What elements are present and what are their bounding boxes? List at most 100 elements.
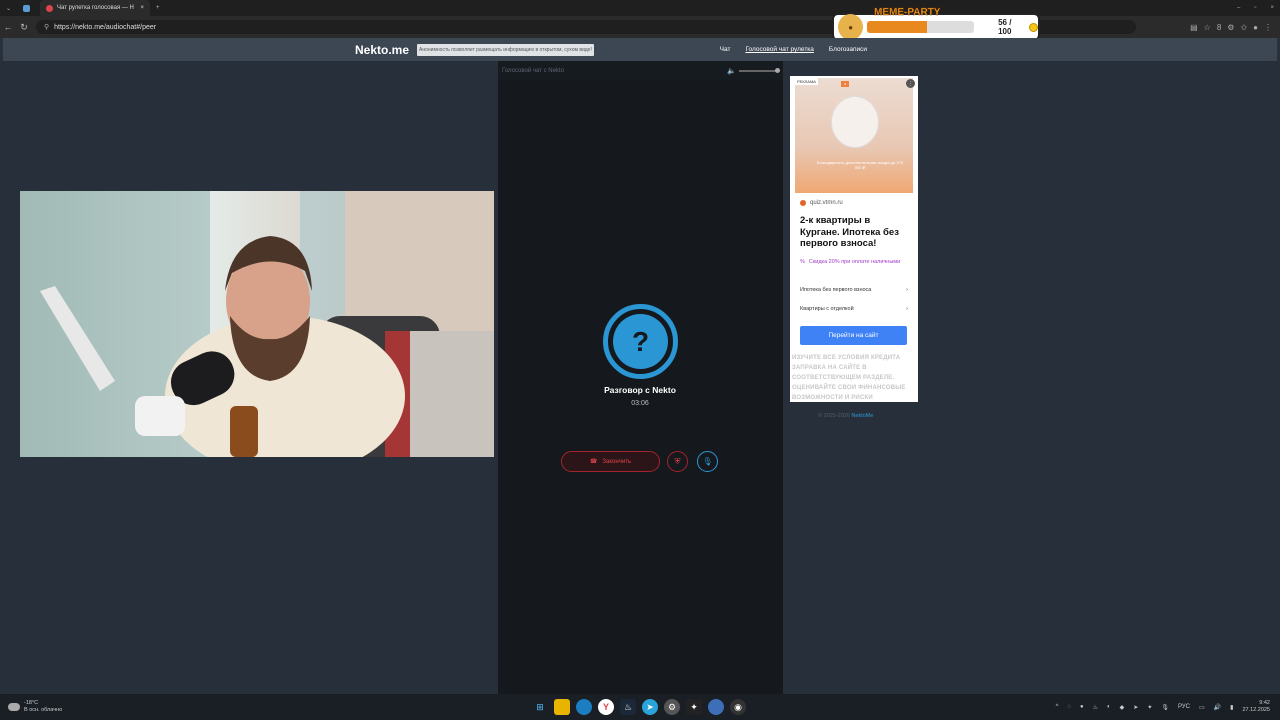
webcam-video bbox=[20, 191, 494, 457]
extensions-icon[interactable]: ⚙ bbox=[1227, 23, 1234, 32]
site-info-icon[interactable]: ⚲ bbox=[44, 23, 49, 31]
tray-app-icon[interactable]: ◌ bbox=[1067, 704, 1071, 710]
meme-party-widget: ● MEME-PARTY 56 / 100 bbox=[832, 7, 1040, 41]
advertisement[interactable]: РЕКЛАМА ● Благодарность дополнительная с… bbox=[790, 76, 918, 402]
taskbar-apps: ⊞ Y ♨ ➤ ⚙ ✦ ◉ bbox=[532, 694, 746, 720]
steam-icon[interactable]: ♨ bbox=[620, 699, 636, 715]
weather-widget[interactable]: -18°C В осн. облачно bbox=[8, 700, 62, 714]
pinned-tab-icon bbox=[23, 4, 31, 12]
site-nav: Чат Голосовой чат рулетка Блогозаписи bbox=[720, 46, 867, 53]
tray-app-icon[interactable]: ◐ bbox=[1107, 704, 1111, 710]
tray-app-icon[interactable]: ✦ bbox=[1147, 704, 1152, 711]
ad-promo-text: Скидка 20% при оплате наличными bbox=[808, 259, 901, 265]
app-icon[interactable]: ✦ bbox=[686, 699, 702, 715]
tab-pinned[interactable] bbox=[17, 0, 40, 16]
menu-icon[interactable]: ⋮ bbox=[1264, 23, 1272, 32]
language-indicator[interactable]: РУС bbox=[1178, 704, 1190, 710]
copyright: © 2025-2026 NektoMe bbox=[818, 413, 873, 419]
clock-date: 27.12.2025 bbox=[1242, 707, 1270, 713]
meme-progress-bar bbox=[867, 21, 975, 33]
telegram-icon[interactable]: ➤ bbox=[642, 699, 658, 715]
ad-link-label: Ипотека без первого взноса bbox=[800, 287, 872, 293]
tab-list-button[interactable]: ⌄ bbox=[0, 0, 17, 16]
windows-start-icon[interactable]: ⊞ bbox=[532, 699, 548, 715]
profile-avatar[interactable]: ● bbox=[1253, 23, 1258, 32]
back-icon[interactable]: ← bbox=[0, 22, 16, 32]
zoom-badge[interactable]: 8 bbox=[1217, 23, 1221, 32]
toolbar-right: ▤ ☆ 8 ⚙ ✩ ● ⋮ bbox=[1190, 23, 1280, 32]
tray-app-icon[interactable]: ● bbox=[1080, 704, 1084, 710]
nav-voice-chat[interactable]: Голосовой чат рулетка bbox=[745, 46, 813, 53]
volume-icon[interactable]: 🔊 bbox=[1214, 704, 1221, 711]
clock[interactable]: 9:42 27.12.2025 bbox=[1242, 700, 1270, 714]
edge-browser-icon[interactable] bbox=[576, 699, 592, 715]
ad-promo: % Скидка 20% при оплате наличными bbox=[800, 258, 910, 266]
file-explorer-icon[interactable] bbox=[554, 699, 570, 715]
ad-image[interactable]: РЕКЛАМА ● Благодарность дополнительная с… bbox=[795, 78, 913, 193]
copyright-text: © 2025-2026 bbox=[818, 413, 850, 419]
tab-title: Чат рулетка голосовая — Н bbox=[57, 5, 134, 11]
end-call-label: Закончить bbox=[602, 458, 632, 465]
shield-icon: ⛨ bbox=[674, 456, 681, 466]
tab-active[interactable]: Чат рулетка голосовая — Н × bbox=[40, 0, 151, 16]
battery-icon[interactable]: ▮ bbox=[1230, 704, 1233, 711]
copyright-link[interactable]: NektoMe bbox=[851, 413, 873, 419]
tray-mic-icon[interactable]: 🎙 bbox=[1161, 704, 1169, 711]
tab-close-icon[interactable]: × bbox=[141, 5, 145, 11]
ad-domain[interactable]: quiz.vtmn.ru bbox=[800, 200, 843, 206]
favorites-icon[interactable]: ✩ bbox=[1240, 23, 1247, 32]
volume-slider[interactable] bbox=[739, 67, 780, 73]
chat-header: Голосовой чат с Nekto 🔈 bbox=[498, 61, 783, 80]
reload-icon[interactable]: ↻ bbox=[16, 22, 32, 33]
speaker-icon: 🔈 bbox=[727, 67, 736, 75]
ad-link-mortgage[interactable]: Ипотека без первого взноса › bbox=[800, 287, 908, 293]
chat-header-title: Голосовой чат с Nekto bbox=[502, 67, 564, 74]
call-timer: 03:06 bbox=[631, 400, 649, 407]
new-tab-button[interactable]: + bbox=[150, 0, 166, 16]
tray-steam-icon[interactable]: ♨ bbox=[1093, 704, 1098, 711]
chevron-right-icon: › bbox=[906, 306, 908, 312]
obs-icon[interactable]: ◉ bbox=[730, 699, 746, 715]
nekto-favicon-icon bbox=[46, 4, 54, 12]
yandex-browser-icon[interactable]: Y bbox=[598, 699, 614, 715]
nav-chat[interactable]: Чат bbox=[720, 46, 731, 53]
settings-icon[interactable]: ⚙ bbox=[664, 699, 680, 715]
coin-icon bbox=[1029, 22, 1038, 32]
ad-domain-icon bbox=[800, 200, 806, 206]
minimize-icon[interactable]: – bbox=[1237, 5, 1240, 11]
ad-menu-icon[interactable]: ⋮ bbox=[906, 79, 915, 88]
network-icon[interactable]: ▭ bbox=[1199, 704, 1205, 711]
end-call-button[interactable]: ☎ Закончить bbox=[561, 451, 660, 472]
maximize-icon[interactable]: ▫ bbox=[1254, 5, 1256, 11]
site-logo[interactable]: Nekto.me bbox=[355, 43, 409, 57]
site-header: Nekto.me Анонимность позволяет размещать… bbox=[3, 38, 1277, 61]
ad-link-label: Квартиры с отделкой bbox=[800, 306, 854, 312]
question-mark-icon: ? bbox=[613, 314, 668, 369]
bookmark-star-icon[interactable]: ☆ bbox=[1204, 23, 1211, 32]
tray-app-icon[interactable]: ◆ bbox=[1120, 704, 1125, 711]
report-button[interactable]: ⛨ bbox=[667, 451, 688, 472]
meme-progress-fill bbox=[867, 21, 928, 33]
browser-tab-bar: ⌄ Чат рулетка голосовая — Н × + – ▫ × bbox=[0, 0, 1280, 16]
ad-domain-text: quiz.vtmn.ru bbox=[810, 200, 843, 206]
microphone-button[interactable]: 🎙 bbox=[697, 451, 718, 472]
ad-disclaimer: ИЗУЧИТЕ ВСЕ УСЛОВИЯ КРЕДИТА ЗАПРАВКА НА … bbox=[792, 355, 906, 399]
reader-icon[interactable]: ▤ bbox=[1190, 23, 1198, 32]
url-text: https://nekto.me/audiochat#/peer bbox=[54, 23, 157, 31]
tray-expand-icon[interactable]: ^ bbox=[1056, 704, 1059, 710]
ad-cta-button[interactable]: Перейти на сайт bbox=[800, 326, 907, 345]
conversation-title: Разговор с Nekto bbox=[604, 385, 676, 395]
meme-party-title: MEME-PARTY bbox=[874, 7, 941, 18]
taskbar: -18°C В осн. облачно ⊞ Y ♨ ➤ ⚙ ✦ ◉ ^ ◌ ●… bbox=[0, 694, 1280, 720]
app-icon[interactable] bbox=[708, 699, 724, 715]
nav-blog[interactable]: Блогозаписи bbox=[829, 46, 867, 53]
volume-slider-handle[interactable] bbox=[775, 67, 780, 73]
tray-telegram-icon[interactable]: ➤ bbox=[1133, 704, 1138, 711]
volume-control[interactable]: 🔈 bbox=[727, 67, 780, 75]
ad-link-finishing[interactable]: Квартиры с отделкой › bbox=[800, 306, 908, 312]
close-window-icon[interactable]: × bbox=[1270, 5, 1274, 11]
address-bar-row: ← ↻ ⚲ https://nekto.me/audiochat#/peer ▤… bbox=[0, 16, 1280, 38]
hang-up-icon: ☎ bbox=[589, 459, 598, 465]
weather-temp: -18°C bbox=[24, 700, 39, 706]
ad-title[interactable]: 2-к квартиры в Кургане. Ипотека без перв… bbox=[800, 215, 910, 250]
